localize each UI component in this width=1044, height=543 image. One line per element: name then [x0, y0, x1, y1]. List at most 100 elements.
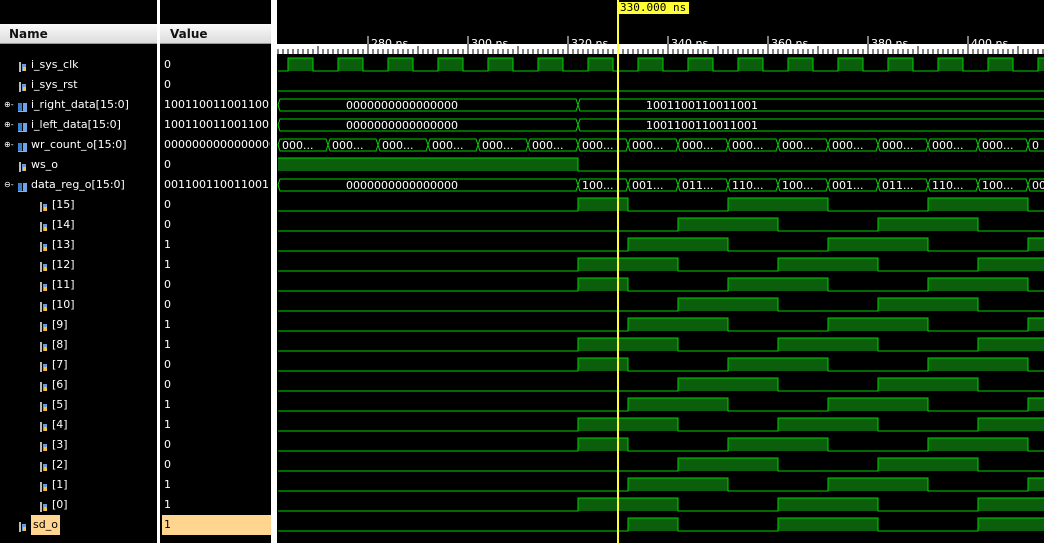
expand-toggle[interactable]: ⊕-	[4, 121, 14, 129]
wave-high-fill	[1028, 238, 1044, 251]
wave-high-fill	[828, 318, 928, 331]
signal-name[interactable]: [1]	[52, 475, 68, 495]
signal-name[interactable]: [4]	[52, 415, 68, 435]
value-column-header[interactable]: Value	[160, 24, 271, 44]
wave-high-fill	[678, 378, 778, 391]
column-divider[interactable]	[157, 0, 160, 543]
signal-row[interactable]: i_sys_clk	[0, 55, 157, 75]
signal-row[interactable]: [2]	[0, 455, 157, 475]
signal-name[interactable]: [13]	[52, 235, 75, 255]
wave-high-fill	[638, 58, 663, 71]
signal-value: 0	[164, 378, 171, 391]
signal-name[interactable]: i_sys_clk	[31, 55, 79, 75]
signal-name[interactable]: [9]	[52, 315, 68, 335]
signal-name[interactable]: [6]	[52, 375, 68, 395]
signal-name[interactable]: wr_count_o[15:0]	[31, 135, 127, 155]
signal-row[interactable]: [5]	[0, 395, 157, 415]
signal-row[interactable]: i_sys_rst	[0, 75, 157, 95]
signal-name[interactable]: i_left_data[15:0]	[31, 115, 121, 135]
wave-high-fill	[838, 58, 863, 71]
collapse-toggle[interactable]: ⊖-	[4, 181, 14, 189]
bit-icon	[38, 458, 49, 472]
signal-row[interactable]: [3]	[0, 435, 157, 455]
wave-high-fill	[688, 58, 713, 71]
signal-name[interactable]: data_reg_o[15:0]	[31, 175, 125, 195]
signal-value: 0	[164, 358, 171, 371]
cursor-time-label: 330.000 ns	[617, 2, 690, 14]
signal-row[interactable]: [7]	[0, 355, 157, 375]
wave-high-fill	[1028, 398, 1044, 411]
bus-value-label: 000...	[482, 139, 514, 152]
bus-value-label: 000...	[782, 139, 814, 152]
bus-icon	[17, 138, 28, 152]
wave-high-fill	[628, 398, 728, 411]
signal-row[interactable]: [10]	[0, 295, 157, 315]
signal-name[interactable]: [8]	[52, 335, 68, 355]
signal-value: 0011001100110011	[164, 178, 270, 191]
signal-row[interactable]: ws_o	[0, 155, 157, 175]
signal-value: 1	[164, 258, 171, 271]
signal-name[interactable]: [15]	[52, 195, 75, 215]
signal-value: 1	[164, 318, 171, 331]
wave-high-fill	[878, 458, 978, 471]
wave-high-fill	[828, 478, 928, 491]
signal-row[interactable]: ⊕- i_right_data[15:0]	[0, 95, 157, 115]
signal-name[interactable]: [12]	[52, 255, 75, 275]
wave-high-fill	[338, 58, 363, 71]
signal-row[interactable]: [9]	[0, 315, 157, 335]
signal-name[interactable]: [0]	[52, 495, 68, 515]
bit-icon	[17, 518, 28, 532]
bus-value-label: 0000000000000000	[346, 119, 458, 132]
signal-row[interactable]: [0]	[0, 495, 157, 515]
signal-name[interactable]: [10]	[52, 295, 75, 315]
wave-high-fill	[278, 158, 578, 171]
wave-high-fill	[778, 258, 878, 271]
signal-name[interactable]: i_sys_rst	[31, 75, 78, 95]
signal-row[interactable]: [1]	[0, 475, 157, 495]
bus-value-label: 011...	[882, 179, 914, 192]
signal-value: 1	[164, 498, 171, 511]
signal-name[interactable]: ws_o	[31, 155, 58, 175]
signal-row[interactable]: [11]	[0, 275, 157, 295]
signal-value: 0	[164, 458, 171, 471]
signal-row[interactable]: ⊖- data_reg_o[15:0]	[0, 175, 157, 195]
signal-name[interactable]: [3]	[52, 435, 68, 455]
bus-value-label: 000...	[832, 139, 864, 152]
signal-row[interactable]: [13]	[0, 235, 157, 255]
signal-row[interactable]: [15]	[0, 195, 157, 215]
signal-name[interactable]: sd_o	[31, 515, 60, 535]
signal-row[interactable]: ⊕- wr_count_o[15:0]	[0, 135, 157, 155]
bit-icon	[38, 298, 49, 312]
signal-name[interactable]: [7]	[52, 355, 68, 375]
bus-value-label: 0	[1032, 139, 1039, 152]
signal-name[interactable]: i_right_data[15:0]	[31, 95, 129, 115]
signal-row[interactable]: [4]	[0, 415, 157, 435]
signal-name[interactable]: [14]	[52, 215, 75, 235]
bit-icon	[38, 418, 49, 432]
wave-high-fill	[588, 58, 613, 71]
name-column-header[interactable]: Name	[0, 24, 157, 44]
expand-toggle[interactable]: ⊕-	[4, 141, 14, 149]
bus-value-label: 000...	[332, 139, 364, 152]
expand-toggle[interactable]: ⊕-	[4, 101, 14, 109]
signal-name[interactable]: [11]	[52, 275, 75, 295]
signal-name[interactable]: [5]	[52, 395, 68, 415]
signal-row[interactable]: [14]	[0, 215, 157, 235]
signal-row[interactable]: [6]	[0, 375, 157, 395]
signal-row[interactable]: [12]	[0, 255, 157, 275]
bus-value-label: 1001100110011001	[646, 99, 758, 112]
bus-value-label: 1001100110011001	[646, 119, 758, 132]
bus-value-label: 000...	[282, 139, 314, 152]
signal-name[interactable]: [2]	[52, 455, 68, 475]
wave-high-fill	[778, 498, 878, 511]
signal-value: 0	[164, 218, 171, 231]
bus-value-label: 110...	[732, 179, 764, 192]
bus-value-label: 000...	[882, 139, 914, 152]
signal-row[interactable]: sd_o	[0, 515, 157, 535]
signal-row[interactable]: ⊕- i_left_data[15:0]	[0, 115, 157, 135]
wave-high-fill	[788, 58, 813, 71]
waveform-viewer[interactable]: 280 ns 300 ns 320 ns 340 ns 360 ns 380 ns 400 …	[277, 0, 1044, 543]
wave-high-fill	[878, 218, 978, 231]
wave-high-fill	[438, 58, 463, 71]
signal-row[interactable]: [8]	[0, 335, 157, 355]
